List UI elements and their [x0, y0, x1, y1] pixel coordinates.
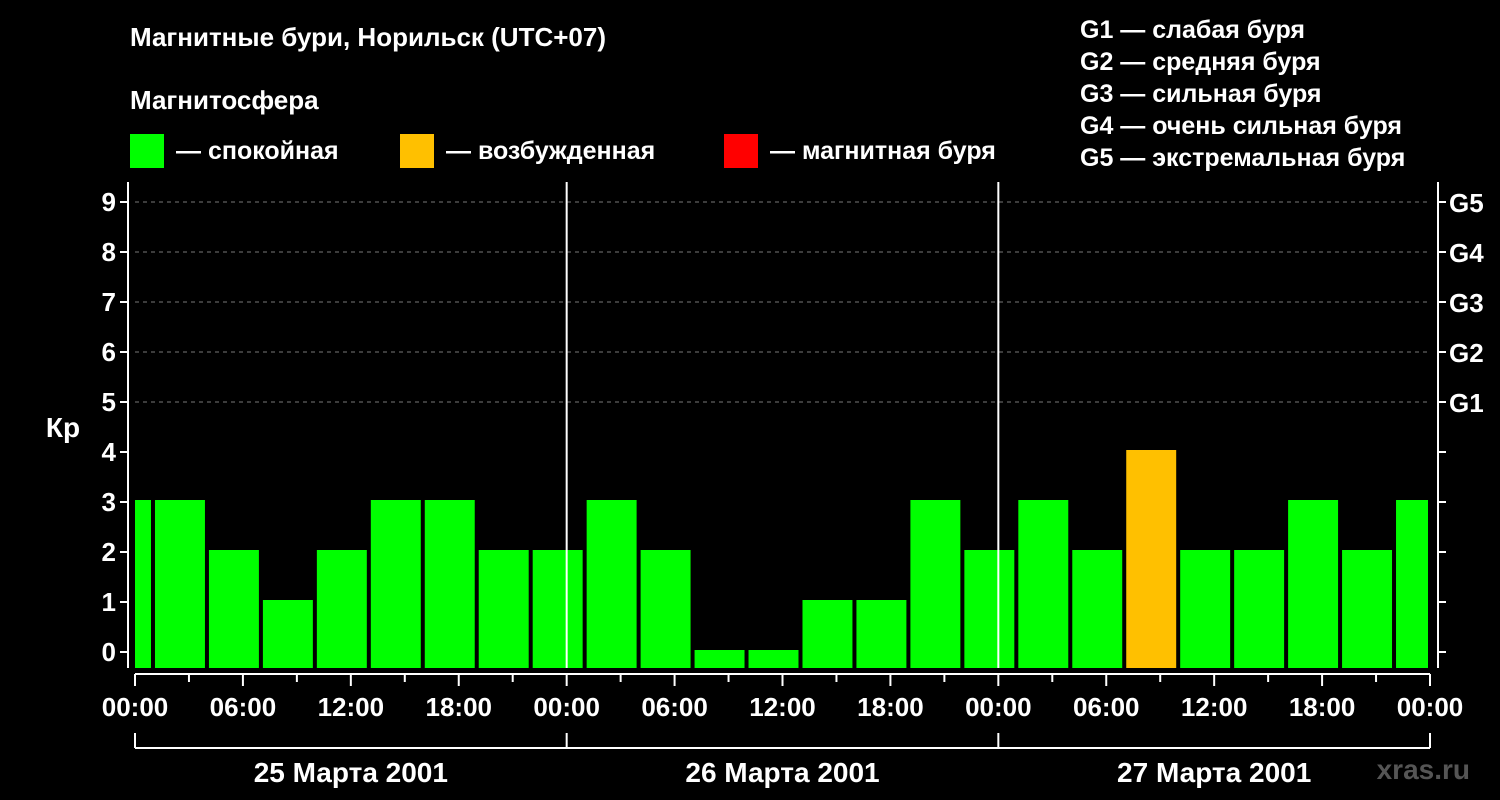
y-tick-label-6: 6 — [102, 337, 116, 367]
kp-bar-4 — [316, 550, 367, 668]
y-tick-label-2: 2 — [102, 537, 116, 567]
right-tick-label-g1: G1 — [1449, 388, 1484, 418]
y-axis-label: Кр — [46, 412, 80, 443]
right-tick-label-g2: G2 — [1449, 338, 1484, 368]
kp-bar-20 — [1180, 550, 1231, 668]
kp-bar-22 — [1288, 500, 1339, 668]
x-tick-label-7: 18:00 — [857, 692, 924, 722]
kp-bar-16 — [964, 550, 1015, 668]
y-tick-label-5: 5 — [102, 387, 116, 417]
y-tick-label-9: 9 — [102, 187, 116, 217]
x-tick-label-5: 06:00 — [641, 692, 708, 722]
y-tick-label-1: 1 — [102, 587, 116, 617]
y-tick-label-3: 3 — [102, 487, 116, 517]
kp-bar-19 — [1126, 450, 1177, 668]
day-label-1: 26 Марта 2001 — [685, 757, 879, 788]
right-tick-label-g5: G5 — [1449, 188, 1484, 218]
y-tick-label-7: 7 — [102, 287, 116, 317]
kp-bar-0 — [135, 500, 151, 668]
x-tick-label-11: 18:00 — [1289, 692, 1356, 722]
day-label-2: 27 Марта 2001 — [1117, 757, 1311, 788]
kp-bar-8 — [532, 550, 583, 668]
kp-bar-17 — [1018, 500, 1069, 668]
x-tick-label-4: 00:00 — [533, 692, 600, 722]
day-label-0: 25 Марта 2001 — [254, 757, 448, 788]
x-tick-label-2: 12:00 — [318, 692, 385, 722]
x-tick-label-9: 06:00 — [1073, 692, 1140, 722]
kp-bar-11 — [694, 650, 745, 668]
kp-bar-23 — [1342, 550, 1393, 668]
x-tick-label-10: 12:00 — [1181, 692, 1248, 722]
kp-bar-18 — [1072, 550, 1123, 668]
kp-bar-10 — [640, 550, 691, 668]
y-tick-label-0: 0 — [102, 637, 116, 667]
kp-bar-1 — [154, 500, 205, 668]
right-tick-label-g3: G3 — [1449, 288, 1484, 318]
kp-bar-2 — [208, 550, 259, 668]
kp-bar-5 — [370, 500, 421, 668]
x-tick-label-6: 12:00 — [749, 692, 816, 722]
kp-bar-3 — [262, 600, 313, 668]
x-tick-label-12: 00:00 — [1397, 692, 1464, 722]
kp-bar-24 — [1396, 500, 1428, 668]
y-tick-label-4: 4 — [102, 437, 117, 467]
y-tick-label-8: 8 — [102, 237, 116, 267]
kp-bar-chart: 0 1 2 3 4 5 6 7 8 9 Кр G1 G2 G3 G4 G5 00:00 06:00 12:00 18:… — [46, 182, 1484, 788]
kp-bar-7 — [478, 550, 529, 668]
x-tick-label-3: 18:00 — [426, 692, 493, 722]
kp-bar-12 — [748, 650, 799, 668]
kp-bar-9 — [586, 500, 637, 668]
watermark: xras.ru — [1376, 754, 1470, 785]
kp-bar-14 — [856, 600, 907, 668]
kp-bar-15 — [910, 500, 961, 668]
x-tick-label-1: 06:00 — [210, 692, 277, 722]
x-tick-label-8: 00:00 — [965, 692, 1032, 722]
x-tick-label-0: 00:00 — [102, 692, 169, 722]
right-tick-label-g4: G4 — [1449, 238, 1484, 268]
kp-bar-13 — [802, 600, 853, 668]
kp-bar-6 — [424, 500, 475, 668]
kp-bar-21 — [1234, 550, 1285, 668]
